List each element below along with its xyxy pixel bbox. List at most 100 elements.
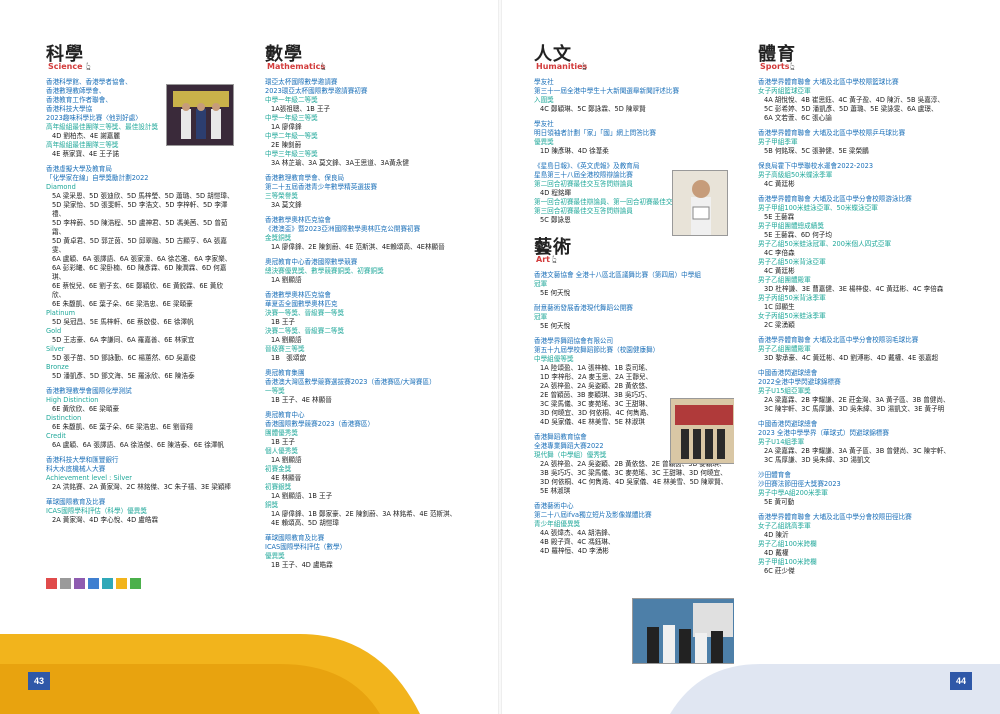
- award-line: Silver: [46, 345, 65, 353]
- award-line: 團體優秀獎: [265, 429, 298, 437]
- organizer-line: 2023 全港中學學界（華球式）閃避球錦標賽: [758, 429, 889, 437]
- winner-line: 5D 張子苗、5D 鄧詠勤、6C 楊蕙然、6D 吳嘉俊: [52, 354, 196, 362]
- winner-line: 1B 王子: [271, 318, 296, 326]
- winner-line: 1A 劉顯語、1B 王子: [271, 492, 333, 500]
- sports-heading: 體育 Sports 👆︎: [758, 40, 968, 76]
- winner-line: 6C 莊少傑: [764, 567, 795, 575]
- organizer-line: 香港數學奧林匹克協會: [265, 216, 331, 224]
- sports-column: 體育 Sports 👆︎ 香港學界體育聯會 大埔及北區中學校際籃球比賽 女子丙組籃…: [758, 40, 968, 668]
- winner-line: 1A 劉顯語: [271, 336, 302, 344]
- organizer-line: 香港科技大學和匯豐銀行: [46, 456, 119, 464]
- award-line: 初賽金獎: [265, 465, 292, 473]
- winner-line: 6E 黃欣欣、6E 梁頤豪: [52, 405, 120, 413]
- organizer-line: 2023環亞太杯國際數學邀請賽初賽: [265, 87, 368, 95]
- winner-line: 1C 邱顯生: [764, 303, 795, 311]
- award-line: 決賽二等獎、晉級賽二等獎: [265, 327, 345, 335]
- award-line: 女子乙組跳高季軍: [758, 522, 811, 530]
- cursor-icon: 👆︎: [552, 253, 557, 266]
- award-line: 男子乙組50米蛙泳冠軍、200米個人四式亞軍: [758, 240, 892, 248]
- color-swatch: [130, 578, 141, 589]
- winner-line: 2A 梁嘉霖、2B 李耀謙、2E 莊金灣、3A 黃子區、3B 曾健尚、: [764, 396, 950, 404]
- award-line: 個人優秀獎: [265, 447, 298, 455]
- winner-line: 2A 張梓盈、2A 吳姿穎、2B 黃依悠、: [540, 382, 652, 390]
- award-line: 初賽銀獎: [265, 483, 292, 491]
- award-line: Gold: [46, 327, 62, 335]
- cursor-icon: 👆︎: [321, 60, 326, 73]
- color-swatch: [88, 578, 99, 589]
- winner-line: 1A 廖偉鋒、2E 陳釗蔚、4E 范斯淇、4E賴頌高、4E林顯晉: [271, 243, 445, 251]
- award-line: 優異獎: [265, 552, 285, 560]
- organizer-line: 耐意藝術發展香港現代舞蹈公開賽: [534, 304, 633, 312]
- science-subtitle: Science: [48, 62, 83, 71]
- winner-line: 1D 李梓彤、2A 麥玉思、2A 王靜兒、: [540, 373, 653, 381]
- organizer-line: 香港文藝協會 全港十八區北區議舞比賽（第四屆）中學組: [534, 271, 701, 279]
- organizer-line: 「化學家在線」自學獎勵計劃2022: [46, 174, 149, 182]
- winner-line: 4C 鄭穎琳、5C 鄭詠霖、5D 陳翠賢: [540, 105, 646, 113]
- award-line: Distinction: [46, 414, 82, 422]
- winner-line: 5E 王藝霖、6D 何子均: [764, 231, 832, 239]
- organizer-line: 華球國際教育及比賽: [265, 534, 325, 542]
- color-swatches: [46, 578, 141, 589]
- organizer-line: 第二十八屆ifva獨立短片及影像媒體比賽: [534, 511, 652, 519]
- winner-line: 4C 黃廷彬: [764, 180, 795, 188]
- winner-line: 1A 劉顯語: [271, 456, 302, 464]
- student-photo: [672, 170, 728, 236]
- winner-line: 3A 林芷瑜、3A 莫文鋒、3A王思道、3A黃永健: [271, 159, 409, 167]
- organizer-line: 香港學界舞蹈協會有限公司: [534, 337, 614, 345]
- color-swatch: [60, 578, 71, 589]
- award-line: 金獎銅獎: [265, 234, 292, 242]
- winner-line: 6E 朱馥凱、6E 葉子朵、6E 梁浩忠、6E 梁頤豪: [52, 300, 193, 308]
- winner-line: 5D 王志豪、6A 李謙同、6A 羅嘉善、6E 林家宜: [52, 336, 195, 344]
- winner-line: 3A 莫文鋒: [271, 201, 302, 209]
- winner-line: 4D 戴權: [764, 549, 789, 557]
- winner-line: 4E 蔡家寶、4E 王子諾: [52, 150, 120, 158]
- left-page: 科學 Science 👆︎ 香港科學館、香港學者協會、 香港數理教師學會、 香港教育…: [0, 0, 500, 714]
- organizer-line: 中國香港閃避球總會: [758, 369, 818, 377]
- award-line: 中學二年級一等獎: [265, 132, 318, 140]
- winner-line: 4E 林顯晉: [271, 474, 302, 482]
- winner-line: 3D 杜梓謙、3E 曹嘉健、3E 楊梓俊、4C 黃廷彬、4C 李倍森: [764, 285, 944, 293]
- award-line: Bronze: [46, 363, 69, 371]
- winner-line: 5D 潘凱彥、5D 鄧文海、5E 羅泳欣、6E 陳浩泰: [52, 372, 195, 380]
- organizer-line: 第五十九屆學校舞蹈節比賽（校園健康舞）: [534, 346, 660, 354]
- winner-line: 5E 黃可動: [764, 498, 795, 506]
- right-page: 人文 Humanities 👆︎ 學友社 第三十一屆全港中學生十大新聞選舉新聞評述…: [500, 0, 1000, 714]
- organizer-line: 沙田賽法節田徑大獎賽2023: [758, 480, 841, 488]
- winner-line: 6A 文若萱、6C 張心諭: [764, 114, 832, 122]
- winner-line: 5C 彭希婷、5D 潘凱彥、5D 蕭璐、5E 梁詠雯、6A 盧璟、: [764, 105, 938, 113]
- winner-line: 2A 黃家灣、4D 李心悅、4D 盧皓霖: [52, 516, 159, 524]
- math-subtitle: Mathematics: [267, 62, 326, 71]
- cursor-icon: 👆︎: [790, 60, 795, 73]
- winner-line: 1B 王子、4D 盧皓霖: [271, 561, 333, 569]
- page-number-right: 44: [950, 672, 972, 690]
- organizer-line: 香港數學奧林匹克協會: [265, 291, 331, 299]
- winner-line: 5B 何銘琛、5C 張翀健、5E 梁榮鵬: [764, 147, 869, 155]
- winner-line: 2C 梁湧穎: [764, 321, 795, 329]
- organizer-line: 奧冠教育中心: [265, 411, 305, 419]
- winner-line: 1B 張頌歆: [271, 354, 307, 362]
- award-line: Diamond: [46, 183, 76, 191]
- art-heading: 藝術 Art 👆︎: [534, 233, 734, 269]
- award-line: 男子乙組團體殿軍: [758, 276, 811, 284]
- color-swatch: [116, 578, 127, 589]
- award-line: 三等榮譽獎: [265, 192, 298, 200]
- award-line: 男子甲組團體總成績獎: [758, 222, 824, 230]
- winner-line: 6A 盧穎、6A 張譯語、6A 徐浩傑、6E 陳浩泰、6E 徐澤帆: [52, 441, 225, 449]
- winner-line: 5E 何天悅: [540, 322, 571, 330]
- winner-line: 4D 羅梓恒、4D 李湧彬: [540, 547, 609, 555]
- organizer-line: 學友社: [534, 120, 554, 128]
- award-line: 優異獎: [534, 138, 554, 146]
- organizer-line: 香港學界體育聯會 大埔及北區中學分會校際羽毛球比賽: [758, 336, 919, 344]
- organizer-line: 中國香港閃避球總會: [758, 420, 818, 428]
- winner-line: 4B 殿子齊、4C 馮鈺琳、: [540, 538, 615, 546]
- award-line: 男子U14組季軍: [758, 438, 805, 446]
- art-subtitle: Art: [536, 255, 550, 264]
- winner-line: 6E 朱馥凱、6E 葉子朵、6E 梁浩忠、6E 劉晉翔: [52, 423, 193, 431]
- organizer-line: ICAS國際學科評估（數學）: [265, 543, 347, 551]
- winner-line: 5E 王藝霖: [764, 213, 795, 221]
- award-line: 冠軍: [534, 313, 548, 321]
- organizer-line: 保良局霍下中學聯校水運會2022-2023: [758, 162, 874, 170]
- award-line: 男子乙組團體殿軍: [758, 345, 811, 353]
- winner-line: 5D 吳冠昌、5E 馬梓軒、6E 蔡啟俊、6E 徐澤帆: [52, 318, 194, 326]
- organizer-line: 華球國際教育及比賽: [46, 498, 106, 506]
